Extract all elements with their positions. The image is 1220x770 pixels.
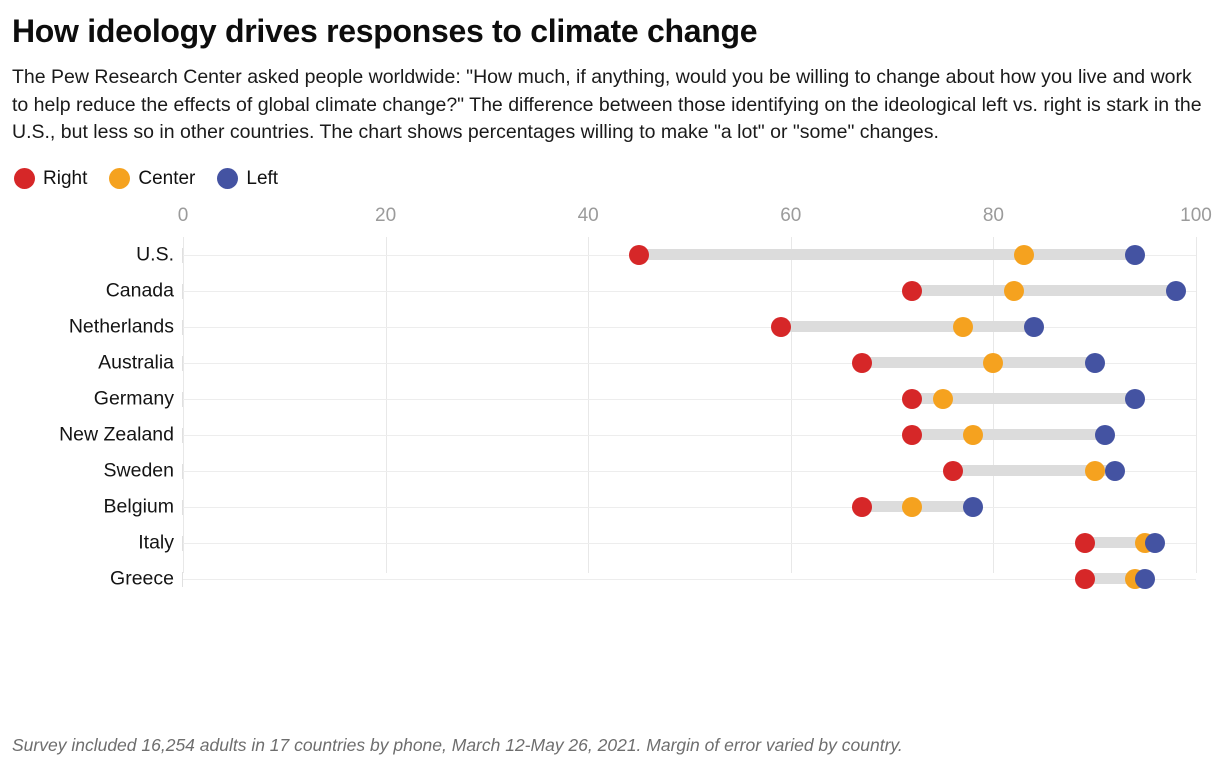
category-label-u-s: U.S. [136, 243, 174, 266]
data-point-right[interactable] [851, 496, 872, 517]
data-point-center[interactable] [953, 316, 973, 337]
category-label-italy: Italy [138, 531, 174, 554]
data-point-right[interactable] [942, 460, 963, 481]
dumbbell-row[interactable]: Germany [94, 381, 1196, 417]
range-connector [861, 356, 1095, 368]
category-label-netherlands: Netherlands [68, 315, 174, 338]
legend-item-label: Center [138, 167, 196, 189]
dumbbell-row[interactable]: New Zealand [59, 417, 1196, 453]
row-baseline [183, 578, 1196, 580]
legend-item-center[interactable]: Center [109, 168, 195, 190]
row-baseline [183, 542, 1196, 544]
dumbbell-row[interactable]: U.S. [136, 237, 1196, 273]
x-tick-label: 40 [577, 204, 599, 226]
data-point-right[interactable] [851, 352, 872, 373]
data-point-right[interactable] [1074, 568, 1095, 589]
data-point-left[interactable] [1125, 388, 1146, 409]
data-point-center[interactable] [1084, 460, 1105, 481]
data-point-left[interactable] [1023, 316, 1044, 337]
page-title: How ideology drives responses to climate… [12, 13, 758, 49]
row-baseline [183, 506, 1196, 508]
dumbbell-row[interactable]: Italy [138, 525, 1196, 561]
range-connector [638, 248, 1136, 260]
data-point-right[interactable] [902, 280, 923, 301]
x-tick-label: 0 [177, 204, 189, 226]
y-axis-tickmark [182, 463, 183, 479]
chart-page: How ideology drives responses to climate… [0, 13, 1220, 770]
data-point-right[interactable] [770, 316, 791, 337]
range-connector [912, 428, 1105, 440]
x-tick-label: 60 [780, 204, 802, 226]
chart-footnote: Survey included 16,254 adults in 17 coun… [12, 735, 903, 755]
data-point-left[interactable] [1104, 460, 1125, 481]
y-axis-tickmark [182, 247, 183, 263]
data-point-left[interactable] [1135, 568, 1156, 589]
y-axis-tickmark [182, 355, 183, 371]
vertical-gridline [1196, 236, 1197, 573]
x-tick-label: 80 [982, 204, 1004, 226]
data-point-left[interactable] [1094, 424, 1115, 445]
category-label-australia: Australia [98, 351, 174, 374]
data-point-center[interactable] [1003, 280, 1024, 301]
category-label-new-zealand: New Zealand [59, 423, 174, 446]
data-point-left[interactable] [1084, 352, 1105, 373]
chart-subtitle: The Pew Research Center asked people wor… [12, 65, 1202, 144]
x-tick-label: 100 [1180, 204, 1212, 226]
legend-swatch-left-icon [217, 168, 239, 190]
legend-item-left[interactable]: Left [217, 168, 278, 190]
data-point-center[interactable] [1013, 244, 1034, 265]
legend-swatch-right-icon [14, 168, 35, 190]
data-point-center[interactable] [932, 388, 953, 409]
dumbbell-row[interactable]: Sweden [104, 453, 1196, 489]
data-point-right[interactable] [902, 388, 923, 409]
y-axis-tickmark [182, 499, 183, 515]
row-baseline [183, 326, 1196, 328]
dumbbell-row[interactable]: Greece [110, 561, 1196, 597]
legend-item-label: Right [43, 167, 88, 189]
plot-area: 0 20 40 60 80 100 U.S. Canada Netherlands Austra… [12, 204, 1212, 605]
legend-item-label: Left [246, 167, 279, 189]
dumbbell-rows: U.S. Canada Netherlands Australia Germany New… [59, 237, 1196, 597]
data-point-center[interactable] [963, 424, 984, 445]
y-axis-tickmark [182, 319, 183, 335]
range-connector [912, 284, 1176, 296]
data-point-left[interactable] [1165, 280, 1186, 301]
category-label-canada: Canada [105, 279, 174, 302]
dumbbell-row[interactable]: Canada [106, 273, 1196, 309]
range-connector [780, 320, 1034, 332]
data-point-right[interactable] [1074, 532, 1095, 553]
legend-swatch-center-icon [109, 168, 131, 190]
y-axis-tickmark [182, 427, 183, 443]
y-axis-tickmark [182, 535, 183, 551]
data-point-right[interactable] [628, 244, 649, 265]
data-point-right[interactable] [902, 424, 923, 445]
y-axis-tickmark [182, 571, 183, 587]
data-point-left[interactable] [1145, 532, 1166, 553]
data-point-center[interactable] [983, 352, 1004, 373]
data-point-left[interactable] [1125, 244, 1146, 265]
category-label-germany: Germany [93, 387, 174, 410]
y-axis-tickmark [182, 283, 183, 299]
y-axis-tickmark [182, 391, 183, 407]
category-label-sweden: Sweden [103, 459, 174, 482]
dumbbell-row[interactable]: Australia [98, 345, 1196, 381]
plot-grid: U.S. Canada Netherlands Australia Germany New… [59, 236, 1197, 589]
x-axis-tick-labels: 0 20 40 60 80 100 [12, 204, 1212, 231]
category-label-greece: Greece [110, 567, 174, 590]
x-tick-label: 20 [375, 204, 397, 226]
category-label-belgium: Belgium [103, 495, 174, 518]
dumbbell-row[interactable]: Netherlands [69, 309, 1196, 345]
legend-item-right[interactable]: Right [14, 168, 87, 190]
data-point-center[interactable] [902, 496, 923, 517]
chart-legend: Right Center Left [14, 165, 1208, 193]
data-point-left[interactable] [963, 496, 984, 517]
dumbbell-row[interactable]: Belgium [104, 489, 1196, 525]
